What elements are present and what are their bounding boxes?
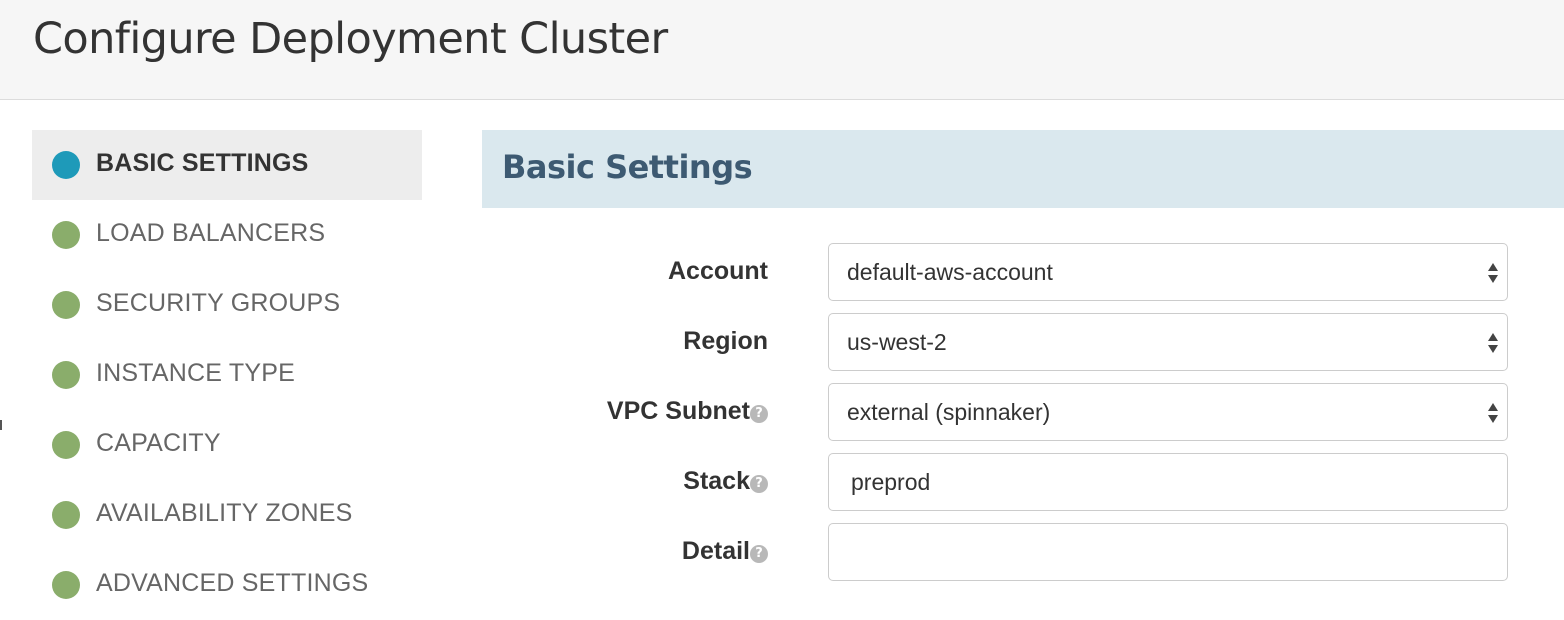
region-select[interactable]: us-west-2 (828, 313, 1508, 371)
status-dot-icon (52, 221, 80, 249)
page-title: Configure Deployment Cluster (33, 14, 668, 64)
nav-item-label: INSTANCE TYPE (96, 359, 295, 387)
sort-arrows-icon (1488, 403, 1498, 423)
section-header: Basic Settings (482, 130, 1564, 208)
question-circle-icon[interactable]: ? (750, 405, 768, 423)
stack-field[interactable] (828, 453, 1508, 511)
modal-header: Configure Deployment Cluster (0, 0, 1564, 100)
sort-arrows-icon (1488, 263, 1498, 283)
window-edge (0, 420, 2, 430)
nav-item-availability-zones[interactable]: AVAILABILITY ZONES (32, 480, 422, 550)
region-label: Region (683, 327, 768, 355)
detail-input[interactable] (829, 524, 1507, 580)
nav-item-advanced-settings[interactable]: ADVANCED SETTINGS (32, 550, 422, 620)
nav-item-capacity[interactable]: CAPACITY (32, 410, 422, 480)
status-dot-icon (52, 501, 80, 529)
region-select-value: us-west-2 (847, 329, 947, 355)
account-label: Account (668, 257, 768, 285)
nav-item-label: LOAD BALANCERS (96, 219, 326, 247)
sort-arrows-icon (1488, 333, 1498, 353)
detail-label: Detail (681, 537, 750, 565)
account-select[interactable]: default-aws-account (828, 243, 1508, 301)
form-row-region: Region us-west-2 (482, 313, 1564, 373)
status-dot-icon (52, 361, 80, 389)
nav-item-label: CAPACITY (96, 429, 221, 457)
form-row-vpc-subnet: VPC Subnet ? external (spinnaker) (482, 383, 1564, 443)
form-row-account: Account default-aws-account (482, 243, 1564, 303)
nav-item-label: ADVANCED SETTINGS (96, 569, 369, 597)
account-select-value: default-aws-account (847, 259, 1053, 285)
stack-input[interactable] (829, 454, 1507, 510)
wizard-nav: BASIC SETTINGS LOAD BALANCERS SECURITY G… (32, 130, 422, 620)
stack-label: Stack (683, 467, 750, 495)
question-circle-icon[interactable]: ? (750, 545, 768, 563)
nav-item-label: AVAILABILITY ZONES (96, 499, 353, 527)
status-dot-icon (52, 151, 80, 179)
status-dot-icon (52, 431, 80, 459)
nav-item-basic-settings[interactable]: BASIC SETTINGS (32, 130, 422, 200)
status-dot-icon (52, 291, 80, 319)
nav-item-load-balancers[interactable]: LOAD BALANCERS (32, 200, 422, 270)
vpc-subnet-select-value: external (spinnaker) (847, 399, 1051, 425)
question-circle-icon[interactable]: ? (750, 475, 768, 493)
section-title: Basic Settings (502, 148, 753, 186)
nav-item-label: SECURITY GROUPS (96, 289, 341, 317)
form-row-detail: Detail ? (482, 523, 1564, 583)
vpc-subnet-select[interactable]: external (spinnaker) (828, 383, 1508, 441)
nav-item-instance-type[interactable]: INSTANCE TYPE (32, 340, 422, 410)
vpc-subnet-label: VPC Subnet (606, 397, 750, 425)
form-row-stack: Stack ? (482, 453, 1564, 513)
detail-field[interactable] (828, 523, 1508, 581)
nav-item-security-groups[interactable]: SECURITY GROUPS (32, 270, 422, 340)
status-dot-icon (52, 571, 80, 599)
nav-item-label: BASIC SETTINGS (96, 149, 309, 177)
